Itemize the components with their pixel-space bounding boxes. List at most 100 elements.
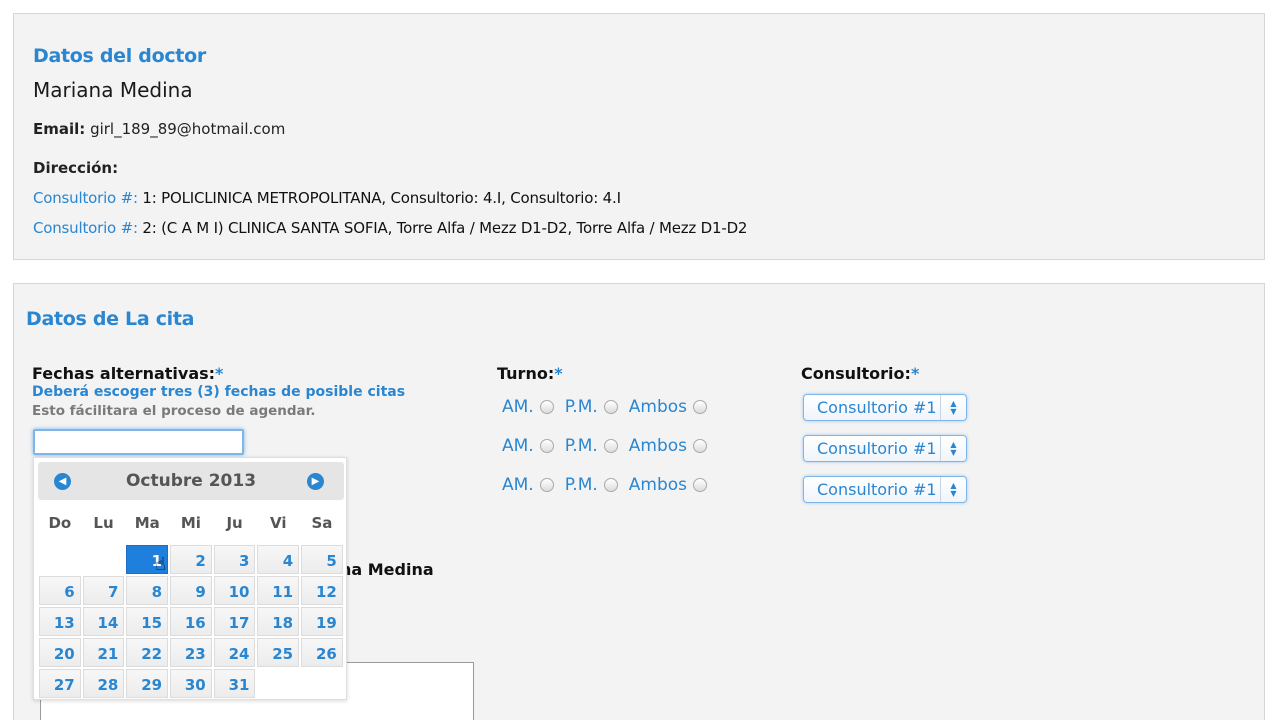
direccion-label: Dirección: [33,159,119,177]
up-down-arrows-icon: ▲ ▼ [940,477,966,502]
up-down-arrows-icon: ▲ ▼ [940,395,966,420]
day-cell-26[interactable]: 26 [301,638,343,667]
consultorio-select-2[interactable]: Consultorio #1 ▲ ▼ [803,435,967,462]
day-cell-21[interactable]: 21 [82,638,125,667]
select-value: Consultorio #1 [817,439,937,458]
am-label: AM. [502,397,534,417]
ambos-label: Ambos [628,397,688,417]
fecha-input[interactable] [33,429,244,455]
ambos-label: Ambos [628,436,688,456]
radio-am-3[interactable] [539,478,554,492]
select-value: Consultorio #1 [817,480,937,499]
radio-ambos-1[interactable] [693,400,708,414]
turno-row-3: AM. P.M. Ambos [502,475,715,495]
pm-label: P.M. [564,397,598,417]
pm-label: P.M. [564,475,598,495]
day-cell-10[interactable]: 10 [213,576,256,605]
turno-label: Turno:* [497,364,563,383]
day-cell-6[interactable]: 6 [39,576,81,605]
day-cell-1[interactable]: 1 [126,545,169,574]
weekday-label: Do [48,514,72,532]
day-cell-27[interactable]: 27 [39,669,81,698]
day-cell-3[interactable]: 3 [213,545,256,574]
weekday-label: Lu [93,514,114,532]
day-cell-19[interactable]: 19 [301,607,343,636]
email-line: Email: girl_189_89@hotmail.com [33,120,285,138]
radio-pm-3[interactable] [603,478,618,492]
turno-label-text: Turno: [497,364,555,383]
day-cell-12[interactable]: 12 [301,576,343,605]
email-label: Email: [33,120,86,138]
consultorio-text-1: 1: POLICLINICA METROPOLITANA, Consultori… [137,189,621,207]
day-cell-22[interactable]: 22 [126,638,169,667]
datepicker-month-title: Octubre 2013 [125,471,257,491]
day-cell-14[interactable]: 14 [82,607,125,636]
empty-day-cell [39,545,81,574]
radio-pm-1[interactable] [603,400,618,414]
turno-row-2: AM. P.M. Ambos [502,436,715,456]
am-label: AM. [502,475,534,495]
weekday-label: Ju [226,514,243,532]
day-cell-5[interactable]: 5 [301,545,343,574]
day-cell-4[interactable]: 4 [257,545,300,574]
partially-hidden-doctor-name: na Medina [340,560,434,579]
day-cell-9[interactable]: 9 [170,576,212,605]
doctor-panel: Datos del doctor Mariana Medina Email: g… [13,13,1265,260]
consultorio-link-1[interactable]: Consultorio #: [33,189,138,207]
day-cell-24[interactable]: 24 [213,638,256,667]
radio-am-1[interactable] [539,400,554,414]
day-cell-25[interactable]: 25 [257,638,300,667]
day-cell-17[interactable]: 17 [213,607,256,636]
datepicker-days: 1 2 3 4 5 6 7 8 9 10 11 12 13 14 15 16 17 18 19 20 21 22 23 24 2… [38,544,344,699]
consultorio-select-1[interactable]: Consultorio #1 ▲ ▼ [803,394,967,421]
fechas-subhint: Esto fácilitara el proceso de agendar. [32,403,316,419]
day-cell-23[interactable]: 23 [170,638,212,667]
day-cell-31[interactable]: 31 [213,669,256,698]
day-cell-8[interactable]: 8 [126,576,169,605]
datepicker: ◀ Octubre 2013 ▶ Do Lu Ma Mi Ju Vi Sa 12345678… [33,457,347,700]
up-down-arrows-icon: ▲ ▼ [940,436,966,461]
day-cell-15[interactable]: 15 [126,607,169,636]
datepicker-header: ◀ Octubre 2013 ▶ [38,462,344,500]
day-cell-20[interactable]: 20 [39,638,81,667]
empty-day-cell [83,545,125,574]
day-cell-11[interactable]: 11 [257,576,300,605]
chevron-right-icon[interactable]: ▶ [307,473,324,490]
ambos-label: Ambos [628,475,688,495]
cita-section-title: Datos de La cita [26,308,195,330]
radio-pm-2[interactable] [603,439,618,453]
weekday-label: Vi [270,514,287,532]
day-cell-18[interactable]: 18 [257,607,300,636]
turno-row-1: AM. P.M. Ambos [502,397,715,417]
weekday-label: Sa [311,514,333,532]
required-mark: * [215,364,224,383]
fechas-label: Fechas alternativas:* [32,364,223,383]
consultorio-text-2: 2: (C A M I) CLINICA SANTA SOFIA, Torre … [137,219,748,237]
fechas-hint: Deberá escoger tres (3) fechas de posibl… [32,384,406,400]
consultorio-label: Consultorio:* [801,364,919,383]
day-cell-16[interactable]: 16 [170,607,212,636]
weekday-label: Ma [134,514,160,532]
pm-label: P.M. [564,436,598,456]
datepicker-weekdays: Do Lu Ma Mi Ju Vi Sa [38,514,344,532]
radio-am-2[interactable] [539,439,554,453]
weekday-label: Mi [180,514,201,532]
consultorio-line-2: Consultorio #: 2: (C A M I) CLINICA SANT… [33,219,747,237]
day-cell-30[interactable]: 30 [170,669,212,698]
radio-ambos-3[interactable] [693,478,708,492]
required-mark: * [554,364,563,383]
day-cell-2[interactable]: 2 [170,545,212,574]
fechas-label-text: Fechas alternativas: [32,364,216,383]
email-value: girl_189_89@hotmail.com [90,120,286,138]
day-cell-7[interactable]: 7 [82,576,125,605]
doctor-section-title: Datos del doctor [33,45,206,67]
day-cell-29[interactable]: 29 [126,669,169,698]
consultorio-line-1: Consultorio #: 1: POLICLINICA METROPOLIT… [33,189,621,207]
select-value: Consultorio #1 [817,398,937,417]
day-cell-28[interactable]: 28 [82,669,125,698]
day-cell-13[interactable]: 13 [39,607,81,636]
required-mark: * [910,364,920,383]
consultorio-select-3[interactable]: Consultorio #1 ▲ ▼ [803,476,967,503]
radio-ambos-2[interactable] [693,439,708,453]
consultorio-link-2[interactable]: Consultorio #: [33,219,138,237]
